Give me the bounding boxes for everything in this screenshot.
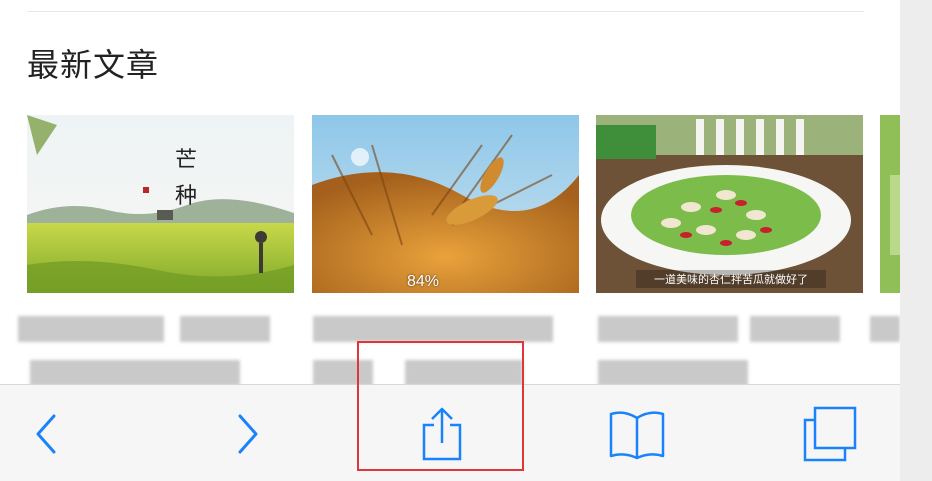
article-card-salad[interactable]: 一道美味的杏仁拌苦瓜就做好了 — [596, 115, 863, 293]
wheat-image — [312, 115, 579, 293]
mangzhong-image: 芒 种 — [27, 115, 294, 293]
tabs-icon — [803, 406, 857, 461]
chevron-right-icon — [238, 414, 258, 453]
article-card-row: 芒 种 84% 一道美味的杏仁拌苦瓜就做好了 — [27, 115, 907, 295]
article-card-wheat[interactable]: 84% — [312, 115, 579, 293]
mangzhong-char-2: 种 — [175, 184, 197, 209]
section-title: 最新文章 — [27, 46, 160, 84]
tabs-button[interactable] — [798, 385, 862, 481]
mangzhong-char-1: 芒 — [175, 148, 197, 173]
back-button[interactable] — [18, 385, 74, 481]
share-icon — [422, 407, 462, 460]
divider — [28, 11, 864, 12]
salad-image: 一道美味的杏仁拌苦瓜就做好了 — [596, 115, 863, 293]
salad-caption: 一道美味的杏仁拌苦瓜就做好了 — [654, 272, 808, 286]
share-button[interactable] — [412, 385, 472, 481]
chevron-left-icon — [36, 414, 56, 453]
book-icon — [609, 410, 665, 459]
bookmarks-button[interactable] — [604, 385, 670, 481]
progress-label: 84% — [407, 273, 440, 290]
article-card-mangzhong[interactable]: 芒 种 — [27, 115, 294, 293]
scrollbar[interactable] — [900, 0, 932, 481]
browser-toolbar — [0, 384, 900, 481]
forward-button[interactable] — [220, 385, 276, 481]
